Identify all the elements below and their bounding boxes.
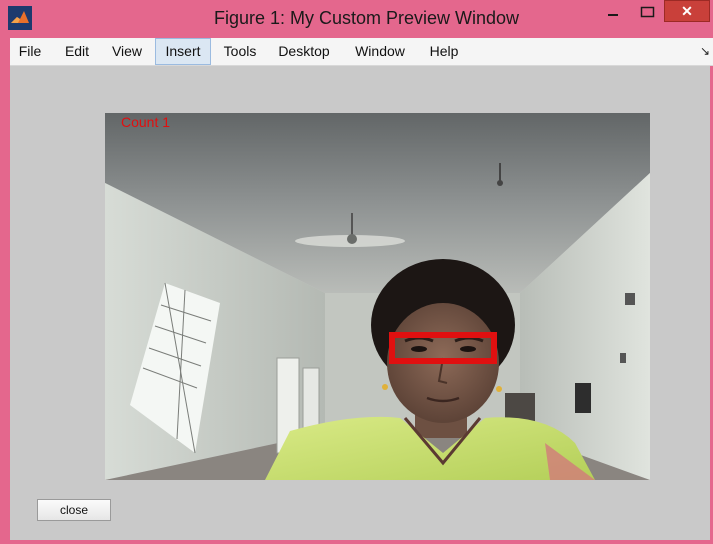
count-label: Count 1 (121, 114, 171, 130)
menu-window[interactable]: Window (350, 38, 410, 65)
figure-window: Figure 1: My Custom Preview Window ✕ Fil… (0, 0, 713, 544)
menu-overflow-icon[interactable]: ↘ (700, 44, 710, 58)
close-icon[interactable]: ✕ (664, 0, 710, 22)
title-bar[interactable]: Figure 1: My Custom Preview Window ✕ (0, 0, 713, 38)
close-button[interactable]: close (37, 499, 111, 521)
minimize-icon[interactable] (598, 4, 628, 24)
menu-tools[interactable]: Tools (218, 38, 262, 65)
menu-view[interactable]: View (107, 38, 147, 65)
menu-edit[interactable]: Edit (60, 38, 94, 65)
menu-bar: File Edit View Insert Tools Desktop Wind… (10, 38, 713, 66)
menu-insert[interactable]: Insert (155, 38, 211, 65)
camera-frame (105, 113, 650, 480)
maximize-icon[interactable] (633, 4, 663, 24)
camera-preview: Count 1 (105, 113, 650, 480)
menu-desktop[interactable]: Desktop (274, 38, 334, 65)
menu-help[interactable]: Help (426, 38, 462, 65)
menu-file[interactable]: File (14, 38, 46, 65)
figure-client-area: Count 1 close (10, 66, 710, 540)
